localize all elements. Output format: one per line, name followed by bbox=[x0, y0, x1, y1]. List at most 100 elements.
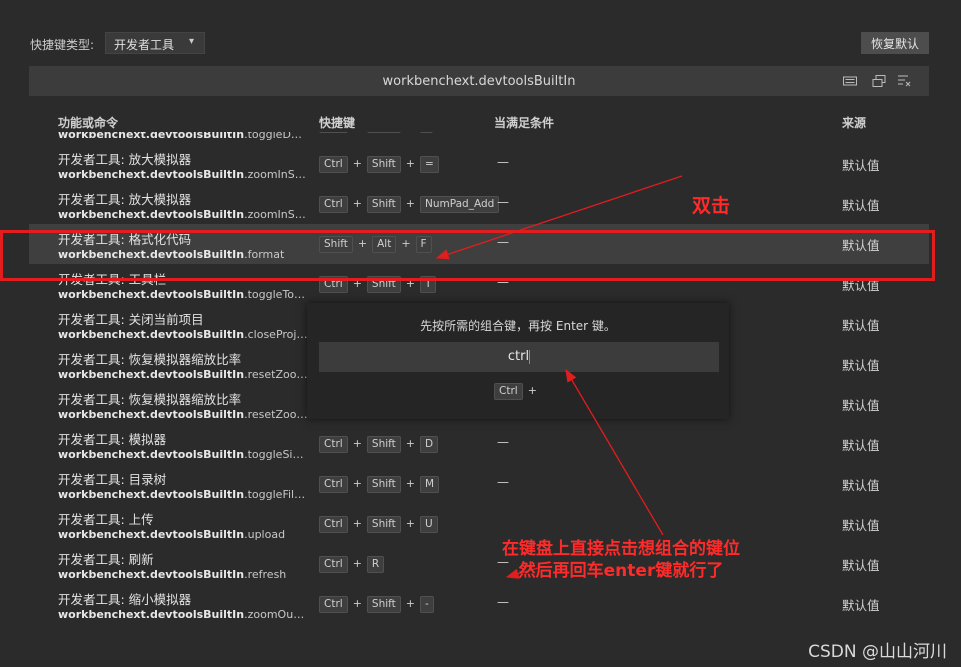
command-id-prefix: workbenchext.devtoolsBuiltIn bbox=[58, 448, 245, 461]
command-id-prefix: workbenchext.devtoolsBuiltIn bbox=[58, 208, 245, 221]
table-header: 功能或命令 快捷键 当满足条件 来源 bbox=[0, 114, 961, 132]
plus-sign: + bbox=[352, 197, 362, 210]
table-row[interactable]: 开发者工具: 刷新 workbenchext.devtoolsBuiltIn.re… bbox=[29, 544, 929, 584]
command-id-prefix: workbenchext.devtoolsBuiltIn bbox=[58, 132, 245, 141]
plus-sign: + bbox=[405, 477, 415, 490]
command-title: 开发者工具: 放大模拟器 bbox=[58, 152, 192, 167]
command-id: workbenchext.devtoolsBuiltIn.toggleFileT… bbox=[58, 488, 308, 501]
command-id-suffix: .toggleFileTree bbox=[244, 488, 308, 501]
plus-sign: + bbox=[405, 437, 415, 450]
key-cap: Shift bbox=[366, 436, 401, 453]
command-id-prefix: workbenchext.devtoolsBuiltIn bbox=[58, 368, 245, 381]
command-title: 开发者工具: 模拟器 bbox=[58, 432, 167, 447]
command-id: workbenchext.devtoolsBuiltIn.toggleDebug… bbox=[58, 132, 308, 141]
command-id: workbenchext.devtoolsBuiltIn.resetZoomSi… bbox=[58, 408, 308, 421]
plus-sign: + bbox=[352, 157, 362, 170]
plus-sign: + bbox=[352, 517, 362, 530]
source-cell: 默认值 bbox=[842, 198, 880, 213]
command-id: workbenchext.devtoolsBuiltIn.toggleToolb… bbox=[58, 288, 308, 301]
source-cell: 默认值 bbox=[842, 132, 880, 134]
key-cap: Shift bbox=[366, 196, 401, 213]
keybinding-cell: Ctrl + Shift + = bbox=[319, 156, 439, 173]
key-cap: R bbox=[366, 556, 385, 573]
annotation-line-1: 在键盘上直接点击想组合的键位 bbox=[502, 539, 740, 559]
keybinding-preview: Ctrl + bbox=[307, 383, 729, 400]
reset-defaults-button[interactable]: 恢复默认 bbox=[861, 32, 929, 54]
source-cell: 默认值 bbox=[842, 478, 880, 493]
keybinding-type-label: 快捷键类型: bbox=[30, 38, 95, 52]
keybinding-cell: Ctrl + Shift + D bbox=[319, 436, 439, 453]
key-cap: Ctrl bbox=[319, 476, 348, 493]
key-cap: M bbox=[420, 476, 440, 493]
key-cap: - bbox=[420, 596, 434, 613]
key-cap: Shift bbox=[366, 516, 401, 533]
when-cell: — bbox=[497, 435, 509, 449]
command-id-prefix: workbenchext.devtoolsBuiltIn bbox=[58, 408, 245, 421]
source-cell: 默认值 bbox=[842, 598, 880, 613]
command-id: workbenchext.devtoolsBuiltIn.zoomInSimul… bbox=[58, 168, 308, 181]
command-id-suffix: .zoomInSimulat… bbox=[244, 208, 308, 221]
annotation-instruction: 在键盘上直接点击想组合的键位 然后再回车enter键就行了 bbox=[502, 538, 740, 582]
command-id-prefix: workbenchext.devtoolsBuiltIn bbox=[58, 288, 245, 301]
command-id-suffix: .refresh bbox=[244, 568, 287, 581]
key-cap: Shift bbox=[366, 156, 401, 173]
when-cell: — bbox=[497, 595, 509, 609]
plus-sign: + bbox=[527, 384, 537, 397]
table-row[interactable]: 开发者工具: 缩小模拟器 workbenchext.devtoolsBuiltIn… bbox=[29, 584, 929, 624]
key-cap: Shift bbox=[366, 132, 401, 133]
source-cell: 默认值 bbox=[842, 518, 880, 533]
command-title: 开发者工具: 缩小模拟器 bbox=[58, 592, 192, 607]
table-row[interactable]: 开发者工具: 模拟器 workbenchext.devtoolsBuiltIn.t… bbox=[29, 424, 929, 464]
keyboard-icon[interactable] bbox=[842, 73, 858, 89]
keybinding-cell: Ctrl + R bbox=[319, 556, 385, 573]
command-id: workbenchext.devtoolsBuiltIn.zoomOutSimu… bbox=[58, 608, 308, 621]
key-cap: D bbox=[420, 436, 439, 453]
source-cell: 默认值 bbox=[842, 158, 880, 173]
key-cap: Ctrl bbox=[494, 383, 523, 400]
table-row[interactable]: 开发者工具: 目录树 workbenchext.devtoolsBuiltIn.t… bbox=[29, 464, 929, 504]
copy-icon[interactable] bbox=[871, 73, 887, 89]
table-row[interactable]: 开发者工具: 上传 workbenchext.devtoolsBuiltIn.up… bbox=[29, 504, 929, 544]
key-cap: Ctrl bbox=[319, 132, 348, 133]
highlight-box bbox=[0, 230, 935, 281]
key-cap: Shift bbox=[366, 476, 401, 493]
command-title: 开发者工具: 刷新 bbox=[58, 552, 154, 567]
table-row[interactable]: 开发者工具: 放大模拟器 workbenchext.devtoolsBuiltIn… bbox=[29, 144, 929, 184]
key-cap: Ctrl bbox=[319, 556, 348, 573]
annotation-line-2: 然后再回车enter键就行了 bbox=[518, 561, 724, 581]
table-row[interactable]: 开发者工具: 放大模拟器 workbenchext.devtoolsBuiltIn… bbox=[29, 184, 929, 224]
annotation-double-click: 双击 bbox=[692, 195, 731, 217]
command-id-prefix: workbenchext.devtoolsBuiltIn bbox=[58, 488, 245, 501]
table-row[interactable]: workbenchext.devtoolsBuiltIn.toggleDebug… bbox=[29, 132, 929, 144]
command-id-prefix: workbenchext.devtoolsBuiltIn bbox=[58, 528, 245, 541]
command-id-suffix: .zoomOutSimul… bbox=[244, 608, 308, 621]
plus-sign: + bbox=[405, 197, 415, 210]
command-title: 开发者工具: 恢复模拟器缩放比率 bbox=[58, 392, 242, 407]
text-cursor bbox=[529, 349, 531, 364]
source-cell: 默认值 bbox=[842, 398, 880, 413]
command-id-prefix: workbenchext.devtoolsBuiltIn bbox=[58, 328, 245, 341]
command-title: 开发者工具: 上传 bbox=[58, 512, 154, 527]
when-cell: — bbox=[497, 475, 509, 489]
plus-sign: + bbox=[405, 597, 415, 610]
key-cap: NumPad_Add bbox=[420, 196, 500, 213]
when-cell: — bbox=[497, 155, 509, 169]
keybinding-input[interactable]: ctrl bbox=[319, 342, 719, 372]
key-cap: I bbox=[420, 132, 434, 133]
command-id-suffix: .toggleToolbar bbox=[244, 288, 308, 301]
key-cap: = bbox=[420, 156, 439, 173]
column-header-source: 来源 bbox=[842, 116, 867, 130]
keybinding-type-select[interactable]: 开发者工具 ▾ bbox=[105, 32, 205, 54]
clear-filter-icon[interactable] bbox=[896, 73, 912, 89]
command-id-suffix: .upload bbox=[244, 528, 286, 541]
keybinding-cell: Ctrl + Shift + M bbox=[319, 476, 440, 493]
dialog-message: 先按所需的组合键，再按 Enter 键。 bbox=[420, 319, 616, 333]
keybinding-input-value: ctrl bbox=[507, 349, 530, 364]
command-title: 开发者工具: 目录树 bbox=[58, 472, 167, 487]
keybinding-cell: Ctrl + Shift + NumPad_Add bbox=[319, 196, 500, 213]
search-input[interactable]: workbenchext.devtoolsBuiltIn bbox=[29, 74, 929, 89]
command-title: 开发者工具: 放大模拟器 bbox=[58, 192, 192, 207]
column-header-when: 当满足条件 bbox=[494, 116, 555, 130]
define-keybinding-dialog: 先按所需的组合键，再按 Enter 键。 ctrl Ctrl + bbox=[307, 303, 729, 419]
keybinding-search-bar[interactable]: workbenchext.devtoolsBuiltIn bbox=[29, 66, 929, 96]
